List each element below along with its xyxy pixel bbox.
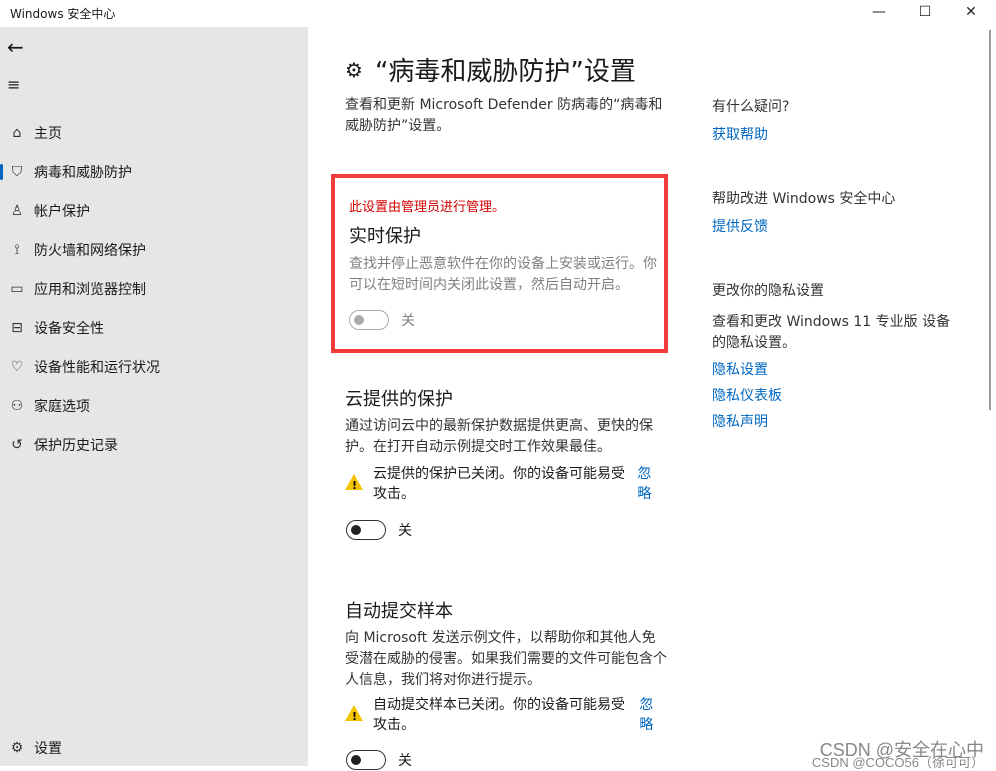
cloud-protection-toggle-row: 关 — [346, 520, 412, 540]
sidebar-item-label: 病毒和威胁防护 — [34, 165, 132, 181]
home-icon: ⌂ — [12, 125, 22, 141]
sample-submission-toggle-row: 关 — [346, 750, 412, 770]
sidebar-item-virus-protection[interactable]: ⛉ 病毒和威胁防护 — [0, 154, 308, 190]
warning-icon: ! — [345, 705, 363, 723]
sidebar-item-home[interactable]: ⌂ 主页 — [0, 115, 308, 151]
cloud-protection-toggle[interactable] — [346, 520, 386, 540]
page-title-text: “病毒和威胁防护”设置 — [374, 57, 636, 87]
sidebar-item-settings[interactable]: ⚙ 设置 — [0, 730, 308, 766]
privacy-settings-link[interactable]: 隐私设置 — [712, 359, 768, 379]
laptop-icon: ⊟ — [11, 320, 23, 336]
heart-pulse-icon: ♡ — [10, 359, 24, 375]
sidebar-item-firewall[interactable]: ⟟ 防火墙和网络保护 — [0, 232, 308, 268]
admin-managed-notice: 此设置由管理员进行管理。 — [349, 200, 506, 215]
warning-icon: ! — [345, 474, 363, 492]
warning-text: 自动提交样本已关闭。你的设备可能易受攻击。 — [373, 697, 625, 733]
privacy-description: 查看和更改 Windows 11 专业版 设备的隐私设置。 — [712, 314, 951, 351]
sidebar-item-label: 设备性能和运行状况 — [34, 360, 160, 376]
sample-submission-toggle[interactable] — [346, 750, 386, 770]
sidebar-item-app-browser[interactable]: ▭ 应用和浏览器控制 — [0, 271, 308, 307]
antenna-icon: ⟟ — [14, 242, 20, 258]
sample-submission-title: 自动提交样本 — [345, 601, 453, 622]
browser-window-icon: ▭ — [10, 281, 24, 297]
main-content: ⚙ “病毒和威胁防护”设置 查看和更新 Microsoft Defender 防病… — [308, 27, 996, 770]
family-icon: ⚇ — [10, 398, 24, 414]
title-bar: Windows 安全中心 — ☐ ✕ — [0, 0, 996, 27]
page-description: 查看和更新 Microsoft Defender 防病毒的“病毒和威胁防护”设置… — [345, 97, 663, 134]
help-heading: 有什么疑问? — [712, 99, 790, 115]
gear-icon: ⚙ — [10, 740, 24, 756]
cloud-protection-description: 通过访问云中的最新保护数据提供更高、更快的保护。在打开自动示例提交时工作效果最佳… — [345, 418, 653, 455]
sample-submission-warning: ! 自动提交样本已关闭。你的设备可能易受攻击。 忽略 — [345, 695, 667, 735]
dismiss-link[interactable]: 忽略 — [639, 695, 667, 735]
privacy-dashboard-link[interactable]: 隐私仪表板 — [712, 385, 782, 405]
person-icon: ♙ — [10, 203, 24, 219]
dismiss-link[interactable]: 忽略 — [637, 464, 665, 504]
history-icon: ↺ — [11, 437, 23, 453]
sidebar-item-label: 帐户保护 — [34, 204, 90, 220]
realtime-protection-toggle[interactable] — [349, 310, 389, 330]
realtime-protection-description: 查找并停止恶意软件在你的设备上安装或运行。你可以在短时间内关闭此设置，然后自动开… — [349, 256, 657, 293]
maximize-button[interactable]: ☐ — [902, 0, 948, 27]
close-button[interactable]: ✕ — [948, 0, 994, 27]
sidebar-item-label: 设备安全性 — [34, 321, 104, 337]
sidebar-item-label: 主页 — [34, 126, 62, 142]
sidebar-item-label: 保护历史记录 — [34, 438, 118, 454]
sidebar-item-device-health[interactable]: ♡ 设备性能和运行状况 — [0, 349, 308, 385]
scrollbar[interactable] — [989, 30, 991, 410]
warning-text: 云提供的保护已关闭。你的设备可能易受攻击。 — [373, 466, 625, 502]
watermark-line-2: CSDN @COCO56（徐可可） — [811, 755, 984, 770]
toggle-state: 关 — [398, 523, 412, 539]
toggle-state: 关 — [401, 313, 415, 329]
sidebar-item-device-security[interactable]: ⊟ 设备安全性 — [0, 310, 308, 346]
sidebar-item-label: 应用和浏览器控制 — [34, 282, 146, 298]
sample-submission-description: 向 Microsoft 发送示例文件，以帮助你和其他人免受潜在威胁的侵害。如果我… — [345, 630, 667, 688]
sidebar-item-label: 家庭选项 — [34, 399, 90, 415]
toggle-state: 关 — [398, 753, 412, 769]
sidebar-item-label: 设置 — [34, 741, 62, 757]
sidebar-item-family[interactable]: ⚇ 家庭选项 — [0, 388, 308, 424]
privacy-statement-link[interactable]: 隐私声明 — [712, 411, 768, 431]
privacy-heading: 更改你的隐私设置 — [712, 283, 824, 299]
cloud-protection-title: 云提供的保护 — [345, 389, 453, 410]
window-title: Windows 安全中心 — [10, 7, 116, 21]
realtime-protection-highlight: 此设置由管理员进行管理。 实时保护 查找并停止恶意软件在你的设备上安装或运行。你… — [331, 174, 668, 353]
feedback-link[interactable]: 提供反馈 — [712, 216, 768, 236]
gears-icon: ⚙ — [345, 57, 363, 82]
shield-icon: ⛉ — [11, 164, 23, 180]
sidebar-item-history[interactable]: ↺ 保护历史记录 — [0, 427, 308, 463]
hamburger-menu-icon[interactable]: ≡ — [7, 75, 20, 94]
cloud-protection-warning: ! 云提供的保护已关闭。你的设备可能易受攻击。 忽略 — [345, 464, 665, 504]
sidebar-item-label: 防火墙和网络保护 — [34, 243, 146, 259]
minimize-button[interactable]: — — [856, 0, 902, 27]
get-help-link[interactable]: 获取帮助 — [712, 124, 768, 144]
realtime-protection-toggle-row: 关 — [349, 310, 415, 330]
sidebar: ← ≡ ⌂ 主页 ⛉ 病毒和威胁防护 ♙ 帐户保护 ⟟ 防火墙和网络保护 ▭ 应用和浏览器… — [0, 27, 308, 766]
sidebar-item-account[interactable]: ♙ 帐户保护 — [0, 193, 308, 229]
realtime-protection-title: 实时保护 — [349, 226, 421, 247]
page-title: ⚙ “病毒和威胁防护”设置 — [345, 51, 636, 88]
improve-heading: 帮助改进 Windows 安全中心 — [712, 191, 896, 207]
back-arrow-icon[interactable]: ← — [7, 35, 24, 59]
